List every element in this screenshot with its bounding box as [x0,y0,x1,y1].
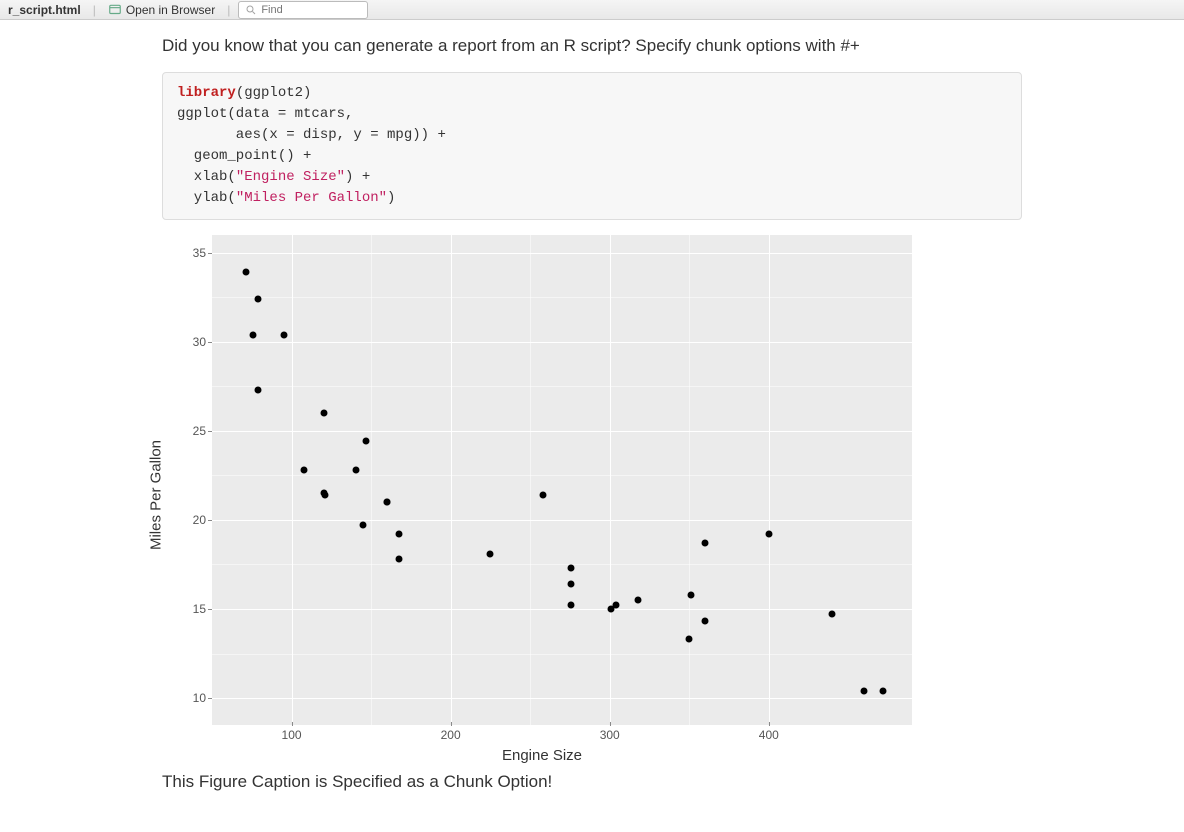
data-point [396,556,403,563]
find-box[interactable] [238,1,368,19]
toolbar: r_script.html | Open in Browser | [0,0,1184,20]
y-tick-label: 15 [193,602,206,616]
data-point [384,499,391,506]
code-string: "Engine Size" [236,169,345,185]
data-point [686,636,693,643]
y-axis-label: Miles Per Gallon [148,440,165,550]
code-block: library(ggplot2) ggplot(data = mtcars, a… [162,72,1022,220]
y-tick-label: 10 [193,691,206,705]
y-tick-label: 30 [193,335,206,349]
separator: | [93,3,96,17]
code-keyword: library [177,85,236,101]
x-tick-label: 100 [282,728,302,742]
figure-caption: This Figure Caption is Specified as a Ch… [162,772,1022,792]
data-point [880,687,887,694]
data-point [301,466,308,473]
find-input[interactable] [261,4,351,16]
data-point [280,331,287,338]
data-point [702,618,709,625]
data-point [687,591,694,598]
plot-container: Miles Per Gallon Engine Size 10152025303… [162,230,922,760]
data-point [568,602,575,609]
open-in-browser-button[interactable]: Open in Browser [104,3,219,17]
x-tick-label: 200 [441,728,461,742]
open-in-browser-label: Open in Browser [126,3,215,17]
search-icon [245,4,257,16]
data-point [765,531,772,538]
data-point [242,269,249,276]
x-tick-label: 400 [759,728,779,742]
intro-text: Did you know that you can generate a rep… [162,34,1022,58]
separator: | [227,3,230,17]
y-tick-label: 25 [193,424,206,438]
y-tick-label: 20 [193,513,206,527]
data-point [362,438,369,445]
x-axis-label: Engine Size [502,747,582,764]
data-point [487,550,494,557]
x-tick-label: 300 [600,728,620,742]
data-point [320,409,327,416]
data-point [568,564,575,571]
plot-panel [212,235,912,725]
y-tick-label: 35 [193,246,206,260]
data-point [568,581,575,588]
data-point [255,386,262,393]
data-point [829,611,836,618]
data-point [254,295,261,302]
data-point [353,466,360,473]
browser-icon [108,3,122,17]
document-content: Did you know that you can generate a rep… [142,20,1042,832]
data-point [702,540,709,547]
code-string: "Miles Per Gallon" [236,190,387,206]
data-point [635,597,642,604]
data-point [249,331,256,338]
data-point [608,605,615,612]
data-point [321,491,328,498]
data-point [861,687,868,694]
data-point [360,522,367,529]
tab-filename[interactable]: r_script.html [4,3,85,17]
data-point [539,491,546,498]
data-point [396,531,403,538]
